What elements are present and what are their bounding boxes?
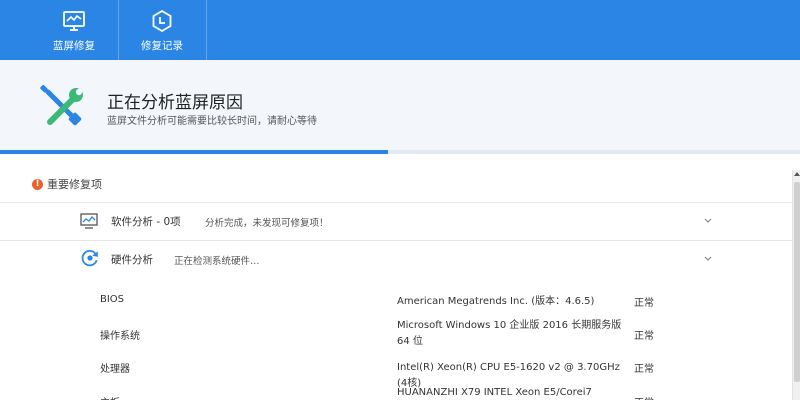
detail-state: 正常 bbox=[634, 298, 654, 309]
analysis-progress-bar bbox=[0, 150, 800, 154]
nav-bluescreen-repair[interactable]: 蓝屏修复 bbox=[42, 0, 106, 60]
nav-repair-record[interactable]: 修复记录 bbox=[130, 0, 194, 60]
chevron-down-icon[interactable] bbox=[702, 215, 714, 227]
detail-value: American Megatrends Inc. (版本：4.6.5) bbox=[397, 296, 595, 307]
section-title: 重要修复项 bbox=[47, 178, 102, 191]
chevron-down-icon[interactable] bbox=[702, 253, 714, 265]
scroll-up-icon[interactable] bbox=[794, 172, 800, 176]
vertical-scrollbar[interactable] bbox=[792, 170, 800, 400]
scrollbar-thumb[interactable] bbox=[794, 182, 800, 382]
nav-label: 修复记录 bbox=[141, 40, 183, 52]
group-status: 分析完成，未发现可修复项！ bbox=[205, 218, 329, 229]
detail-key: BIOS bbox=[100, 294, 125, 305]
alert-icon: ! bbox=[32, 178, 43, 190]
detail-key: 操作系统 bbox=[100, 331, 140, 342]
nav-separator bbox=[206, 0, 207, 60]
clock-record-icon bbox=[152, 9, 172, 33]
detail-state: 正常 bbox=[634, 394, 654, 400]
chart-monitor-icon bbox=[80, 213, 98, 229]
detail-state: 正常 bbox=[634, 331, 654, 342]
nav-separator bbox=[118, 0, 119, 60]
progress-fill bbox=[0, 150, 388, 154]
top-nav-bar: 蓝屏修复 修复记录 bbox=[0, 0, 800, 60]
detail-state: 正常 bbox=[634, 364, 654, 375]
detail-key: 处理器 bbox=[100, 364, 130, 375]
sync-icon bbox=[81, 250, 98, 267]
monitor-icon bbox=[63, 11, 85, 31]
detail-key: 主板 bbox=[100, 394, 120, 400]
status-banner: 正在分析蓝屏原因 蓝屏文件分析可能需要比较长时间，请耐心等待 bbox=[0, 60, 800, 150]
page-title: 正在分析蓝屏原因 bbox=[107, 93, 243, 113]
detail-value: Microsoft Windows 10 企业版 2016 长期服务版 64 位 bbox=[397, 320, 622, 347]
section-header: ! 重要修复项 bbox=[32, 176, 102, 192]
group-status: 正在检测系统硬件… bbox=[174, 256, 260, 267]
page-subtitle: 蓝屏文件分析可能需要比较长时间，请耐心等待 bbox=[107, 116, 317, 127]
group-hardware-analysis[interactable]: 硬件分析 正在检测系统硬件… bbox=[0, 241, 760, 277]
group-name: 软件分析 - 0项 bbox=[111, 216, 181, 228]
group-name: 硬件分析 bbox=[111, 254, 153, 266]
detail-value: HUANANZHI X79 INTEL Xeon E5/Corei7 bbox=[397, 387, 592, 398]
nav-label: 蓝屏修复 bbox=[53, 40, 95, 52]
group-software-analysis[interactable]: 软件分析 - 0项 分析完成，未发现可修复项！ bbox=[0, 203, 760, 239]
tools-icon bbox=[40, 84, 83, 126]
